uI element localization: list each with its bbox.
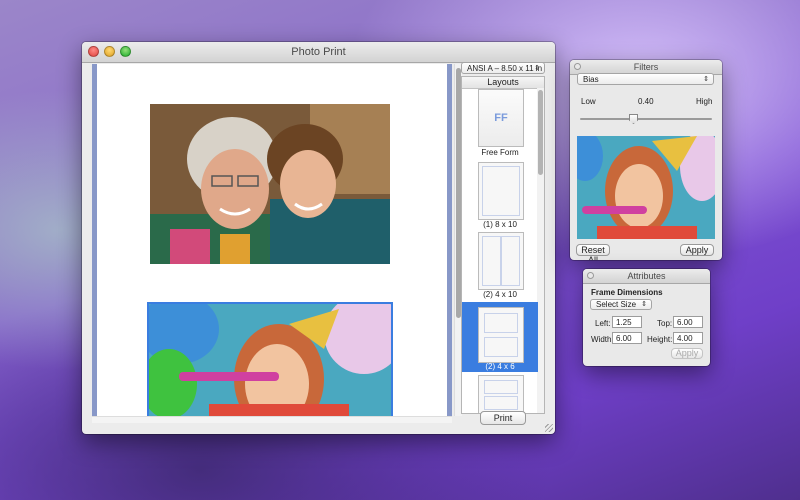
filters-panel: Filters Bias ⇕ Low 0.40 High Reset All A… bbox=[570, 60, 722, 260]
thumb-frame bbox=[482, 236, 501, 286]
minimize-window-button[interactable] bbox=[104, 46, 115, 57]
photo-frame-1[interactable] bbox=[150, 104, 390, 264]
slider-high-label: High bbox=[696, 97, 713, 106]
width-field[interactable]: 6.00 bbox=[612, 332, 642, 344]
close-panel-icon[interactable] bbox=[574, 63, 581, 70]
slider-track bbox=[580, 118, 712, 120]
attributes-title-bar[interactable]: Attributes bbox=[583, 269, 710, 284]
left-label: Left: bbox=[595, 319, 611, 328]
size-select[interactable]: Select Size ⇕ bbox=[590, 299, 652, 310]
photo-frame-2[interactable] bbox=[147, 302, 393, 416]
print-button[interactable]: Print bbox=[480, 411, 526, 425]
window-controls bbox=[88, 46, 131, 57]
layouts-panel: Layouts FF Free Form (1) 8 x 10 (2) 4 x … bbox=[461, 76, 545, 414]
canvas-hscrollbar[interactable] bbox=[92, 416, 452, 423]
attributes-panel: Attributes Frame Dimensions Select Size … bbox=[583, 269, 710, 366]
popup-arrows-icon: ⇕ bbox=[641, 301, 647, 308]
top-label: Top: bbox=[657, 319, 673, 328]
filters-title: Filters bbox=[633, 62, 659, 72]
layouts-scrollbar[interactable] bbox=[537, 88, 544, 413]
thumb-frame bbox=[484, 313, 518, 333]
bias-slider[interactable] bbox=[580, 114, 712, 124]
layout-item-2-4x6[interactable]: (2) 4 x 6 bbox=[462, 302, 538, 372]
filters-apply-button[interactable]: Apply bbox=[680, 244, 714, 256]
width-label: Width: bbox=[591, 335, 614, 344]
thumb-frame bbox=[482, 166, 520, 216]
thumb-frame bbox=[484, 337, 518, 357]
family-photo-image bbox=[150, 104, 390, 264]
paper-size-select[interactable]: ANSI A – 8.50 x 11 in ⇕ bbox=[461, 62, 545, 74]
preview-image bbox=[577, 136, 715, 239]
filter-type-select[interactable]: Bias ⇕ bbox=[577, 73, 714, 85]
thumb-frame bbox=[484, 396, 518, 410]
layout-thumb-free-form: FF bbox=[478, 89, 524, 147]
thumb-frame bbox=[484, 380, 518, 394]
height-label: Height: bbox=[647, 335, 673, 344]
page-canvas[interactable] bbox=[92, 64, 452, 416]
layout-item-1-8x10[interactable]: (1) 8 x 10 bbox=[462, 162, 538, 230]
layout-item-next[interactable] bbox=[462, 375, 538, 413]
slider-knob[interactable] bbox=[629, 114, 638, 124]
party-photo-image bbox=[149, 304, 391, 416]
frame-dimensions-heading: Frame Dimensions bbox=[591, 288, 663, 297]
popup-arrows-icon: ⇕ bbox=[703, 76, 709, 83]
layout-thumb-2-4x10 bbox=[478, 232, 524, 290]
layout-thumb-2-4x6 bbox=[478, 307, 524, 363]
layout-label: (2) 4 x 10 bbox=[483, 290, 517, 299]
filter-preview bbox=[577, 136, 715, 239]
layout-label: (1) 8 x 10 bbox=[483, 220, 517, 229]
attributes-title: Attributes bbox=[627, 271, 666, 281]
title-bar[interactable]: Photo Print bbox=[82, 42, 555, 63]
layout-thumb-1-8x10 bbox=[478, 162, 524, 220]
popup-arrows-icon: ⇕ bbox=[534, 65, 540, 72]
layouts-scroll-thumb[interactable] bbox=[538, 90, 543, 175]
reset-all-button[interactable]: Reset All bbox=[576, 244, 610, 260]
layout-label: Free Form bbox=[481, 148, 519, 157]
layout-thumb-next bbox=[478, 375, 524, 413]
zoom-window-button[interactable] bbox=[120, 46, 131, 57]
top-field[interactable]: 6.00 bbox=[673, 316, 703, 328]
close-window-button[interactable] bbox=[88, 46, 99, 57]
window-title: Photo Print bbox=[291, 46, 346, 58]
height-field[interactable]: 4.00 bbox=[673, 332, 703, 344]
photo-print-window: Photo Print ANSI A – 8.50 x 11 in ⇕ Layo… bbox=[82, 42, 555, 434]
resize-grip-icon[interactable] bbox=[545, 424, 553, 432]
layout-label: (2) 4 x 6 bbox=[485, 362, 515, 371]
thumb-frame bbox=[501, 236, 520, 286]
close-panel-icon[interactable] bbox=[587, 272, 594, 279]
slider-value-label: 0.40 bbox=[638, 97, 654, 106]
attributes-apply-button[interactable]: Apply bbox=[671, 348, 703, 359]
left-field[interactable]: 1.25 bbox=[612, 316, 642, 328]
layouts-header: Layouts bbox=[462, 77, 544, 89]
layout-item-2-4x10[interactable]: (2) 4 x 10 bbox=[462, 232, 538, 300]
slider-low-label: Low bbox=[581, 97, 596, 106]
layout-item-free-form[interactable]: FF Free Form bbox=[462, 89, 538, 159]
